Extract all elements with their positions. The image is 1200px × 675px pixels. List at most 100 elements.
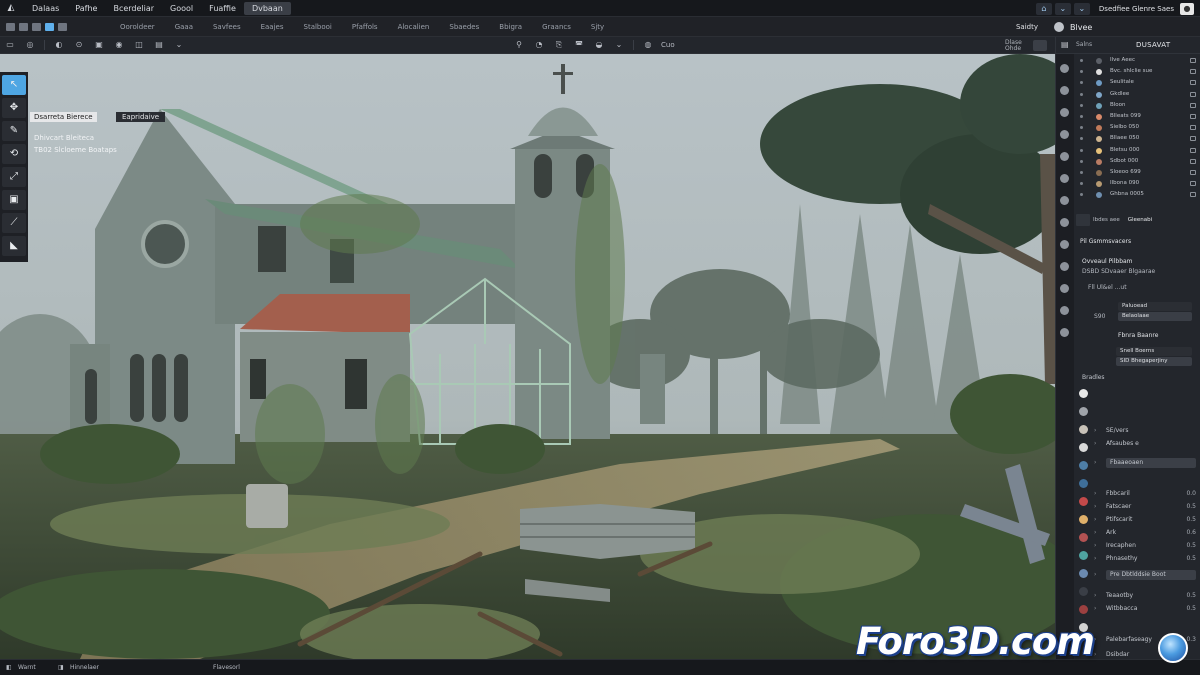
material-property-row[interactable]: › Fbaaeoaen — [1094, 458, 1196, 468]
visibility-icon[interactable] — [1190, 102, 1196, 108]
material-slot-icon[interactable] — [1079, 407, 1088, 416]
workspace-tab-8[interactable]: Sbaedes — [439, 23, 489, 31]
expand-icon[interactable]: › — [1094, 528, 1096, 538]
expand-icon[interactable]: › — [1094, 570, 1096, 580]
material-property-value[interactable]: 0.5 — [1186, 554, 1196, 564]
rendered-icon[interactable]: ◚ — [574, 41, 584, 49]
visibility-icon[interactable] — [1190, 147, 1196, 153]
outliner-item[interactable]: Bllaee 050 — [1076, 133, 1198, 144]
object-mode-icon[interactable]: ◐ — [54, 41, 64, 49]
material-property-row[interactable]: › Irecaphen 0.5 — [1094, 541, 1196, 551]
expand-icon[interactable]: › — [1094, 554, 1096, 564]
menu-item-5[interactable]: Fuaffie — [201, 0, 244, 17]
outliner-item[interactable]: Gkdlee — [1076, 89, 1198, 100]
output-tab-icon[interactable] — [1060, 108, 1069, 117]
visibility-icon[interactable] — [1190, 181, 1196, 187]
chevron-down-icon-3[interactable]: ⌄ — [174, 41, 184, 49]
add-tool[interactable]: ◣ — [2, 236, 26, 256]
expand-icon[interactable]: › — [1094, 515, 1096, 525]
sidebar-toggle[interactable] — [1033, 40, 1047, 51]
visibility-icon[interactable] — [1190, 58, 1196, 63]
outliner-item[interactable]: Ghbna 0005 — [1076, 189, 1198, 200]
material-property-row[interactable]: › Witbbacca 0.5 — [1094, 604, 1196, 614]
material-property-value[interactable]: 0.5 — [1186, 541, 1196, 551]
workspace-tab-11[interactable]: Sjty — [581, 23, 614, 31]
properties-icon[interactable] — [1076, 214, 1090, 226]
view-layer-label[interactable]: Blvee — [1070, 23, 1200, 32]
expand-icon[interactable] — [1080, 59, 1083, 62]
modifier-tab-icon[interactable] — [1060, 218, 1069, 227]
move-mode-icon[interactable] — [19, 22, 28, 31]
visibility-icon[interactable] — [1190, 91, 1196, 97]
material-slot-icon[interactable] — [1079, 425, 1088, 434]
transform-mode-icon[interactable] — [58, 22, 67, 31]
material-property-row[interactable]: › Phnasethy 0.5 — [1094, 554, 1196, 564]
expand-icon[interactable]: › — [1094, 439, 1096, 449]
scene-tab-icon[interactable] — [1060, 152, 1069, 161]
material-slot-icon[interactable] — [1079, 479, 1088, 488]
visibility-icon[interactable] — [1190, 80, 1196, 86]
solid-icon[interactable]: ◔ — [534, 41, 544, 49]
visibility-icon[interactable] — [1190, 113, 1196, 119]
material-slot-icon[interactable] — [1079, 533, 1088, 542]
data-tab-icon[interactable] — [1060, 306, 1069, 315]
outliner-item[interactable]: Bletsu 000 — [1076, 145, 1198, 156]
material-property-value[interactable]: 0.5 — [1186, 591, 1196, 601]
expand-icon[interactable] — [1080, 103, 1083, 107]
expand-icon[interactable] — [1080, 81, 1083, 85]
chevron-down-icon[interactable]: ⌄ — [1054, 2, 1071, 15]
material-slot-icon[interactable] — [1079, 569, 1088, 578]
expand-icon[interactable] — [1080, 137, 1083, 141]
tool-tab-icon[interactable] — [1060, 64, 1069, 73]
expand-icon[interactable] — [1080, 148, 1083, 152]
select-tool[interactable]: ↖ — [2, 75, 26, 95]
material-property-row[interactable]: › Afsaubes e — [1094, 439, 1196, 449]
outliner-item[interactable]: Ilbona 090 — [1076, 178, 1198, 189]
props-field-2[interactable]: Belaolaae — [1118, 312, 1192, 321]
outliner-icon[interactable]: ▤ — [1061, 40, 1070, 50]
outliner-item[interactable]: Bvc. shlclie sue — [1076, 66, 1198, 77]
chevron-down-icon-2[interactable]: ⌄ — [1073, 2, 1090, 15]
gizmo-icon[interactable]: ▤ — [154, 41, 164, 49]
material-property-row[interactable]: › Ptifscarit 0.5 — [1094, 515, 1196, 525]
expand-icon[interactable] — [1080, 126, 1083, 130]
constraints-tab-icon[interactable] — [1060, 284, 1069, 293]
proportional-icon[interactable]: ◉ — [114, 41, 124, 49]
expand-icon[interactable] — [1080, 182, 1083, 186]
menu-item-2[interactable]: Pafhe — [67, 0, 105, 17]
outliner-item[interactable]: Ilve Aeec — [1076, 55, 1198, 66]
menu-item-1[interactable]: Dalaas — [24, 0, 67, 17]
scene-icon[interactable] — [1054, 22, 1064, 32]
material-slot-icon[interactable] — [1079, 515, 1088, 524]
expand-icon[interactable]: › — [1094, 635, 1096, 645]
workspace-tab-1[interactable]: Ooroldeer — [110, 23, 165, 31]
physics-tab-icon[interactable] — [1060, 262, 1069, 271]
workspace-tab-10[interactable]: Graancs — [532, 23, 581, 31]
scene-label[interactable]: Saidty — [1016, 23, 1038, 31]
expand-icon[interactable]: › — [1094, 458, 1096, 468]
outliner-filter-label[interactable]: Salns — [1076, 41, 1092, 48]
visibility-icon[interactable] — [1190, 125, 1196, 131]
material-slot-icon[interactable] — [1079, 551, 1088, 560]
workspace-tab-3[interactable]: Savfees — [203, 23, 251, 31]
visibility-icon[interactable] — [1190, 136, 1196, 142]
menu-item-4[interactable]: Goool — [162, 0, 201, 17]
material-property-value[interactable]: 0.5 — [1186, 604, 1196, 614]
material-slot-icon[interactable] — [1079, 587, 1088, 596]
measure-tool[interactable]: ⟋ — [2, 213, 26, 233]
expand-icon[interactable]: › — [1094, 426, 1096, 436]
workspace-tab-2[interactable]: Gaaa — [165, 23, 203, 31]
expand-icon[interactable] — [1080, 114, 1083, 118]
expand-icon[interactable] — [1080, 159, 1083, 163]
scale-tool[interactable]: ⤢ — [2, 167, 26, 187]
visibility-icon[interactable] — [1190, 69, 1196, 75]
select-mode-icon[interactable] — [6, 22, 15, 31]
expand-icon[interactable]: › — [1094, 604, 1096, 614]
material-property-row[interactable]: › Teaaotby 0.5 — [1094, 591, 1196, 601]
props-field-3[interactable]: Snell Boerns — [1116, 347, 1192, 356]
properties-tab-1[interactable]: Ibdes aee — [1093, 214, 1120, 228]
material-property-value[interactable]: 0.6 — [1186, 528, 1196, 538]
material-preview-icon[interactable]: ⎘ — [554, 41, 564, 49]
material-property-row[interactable]: › SE/vers — [1094, 426, 1196, 436]
overlay-icon[interactable]: ◫ — [134, 41, 144, 49]
